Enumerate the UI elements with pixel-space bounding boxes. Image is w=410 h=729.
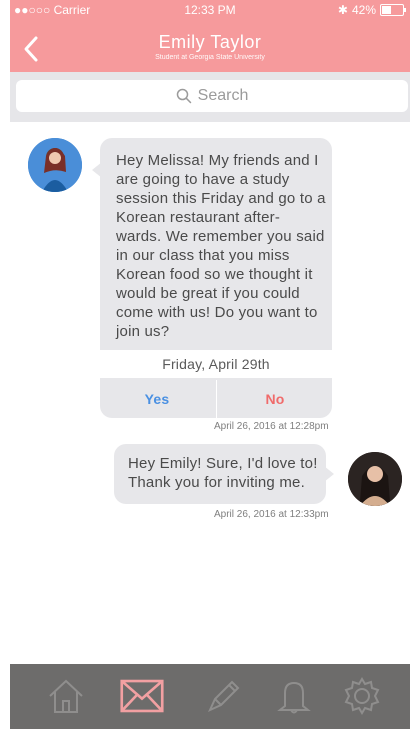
message-text: Hey Melissa! My friends and I are going … — [116, 152, 326, 340]
event-date: Friday, April 29th — [100, 350, 332, 378]
tab-bar — [10, 664, 410, 729]
no-button[interactable]: No — [218, 380, 332, 418]
home-icon — [49, 679, 83, 713]
yes-button[interactable]: Yes — [100, 380, 214, 418]
tab-home[interactable] — [44, 674, 88, 718]
search-input[interactable]: Search — [16, 80, 408, 112]
chat-header: ●●○○○ Carrier 12:33 PM ✱ 42% Emily Taylo… — [10, 0, 410, 72]
status-right: ✱ 42% — [337, 3, 406, 17]
page-subtitle: Student at Georgia State University — [155, 54, 265, 61]
avatar-melissa[interactable] — [348, 452, 402, 506]
gear-icon — [344, 677, 380, 715]
page-title: Emily Taylor — [158, 32, 262, 52]
tab-notifications[interactable] — [272, 674, 316, 718]
tab-compose[interactable] — [202, 674, 246, 718]
message-timestamp: April 26, 2016 at 12:28pm — [214, 421, 329, 432]
tab-settings[interactable] — [340, 674, 384, 718]
received-message: Hey Melissa! My friends and I are going … — [92, 138, 332, 418]
pencil-icon — [207, 680, 240, 713]
battery-percent: 42% — [351, 3, 376, 17]
avatar-emily[interactable] — [28, 138, 82, 192]
search-icon — [176, 88, 191, 104]
tab-messages[interactable] — [120, 674, 164, 718]
search-bar: Search — [10, 72, 410, 122]
search-placeholder: Search — [197, 87, 249, 104]
mail-icon — [120, 679, 164, 713]
app-frame: ●●○○○ Carrier 12:33 PM ✱ 42% Emily Taylo… — [10, 0, 410, 729]
status-bar: ●●○○○ Carrier 12:33 PM ✱ 42% — [10, 0, 410, 20]
message-timestamp: April 26, 2016 at 12:33pm — [214, 509, 329, 520]
message-text: Hey Emily! Sure, I'd love to! Thank you … — [128, 455, 318, 491]
sent-message: Hey Emily! Sure, I'd love to! Thank you … — [114, 444, 334, 504]
button-divider — [216, 380, 217, 418]
battery-icon — [380, 4, 406, 16]
bell-icon — [277, 681, 311, 714]
bluetooth-icon: ✱ — [337, 3, 348, 17]
